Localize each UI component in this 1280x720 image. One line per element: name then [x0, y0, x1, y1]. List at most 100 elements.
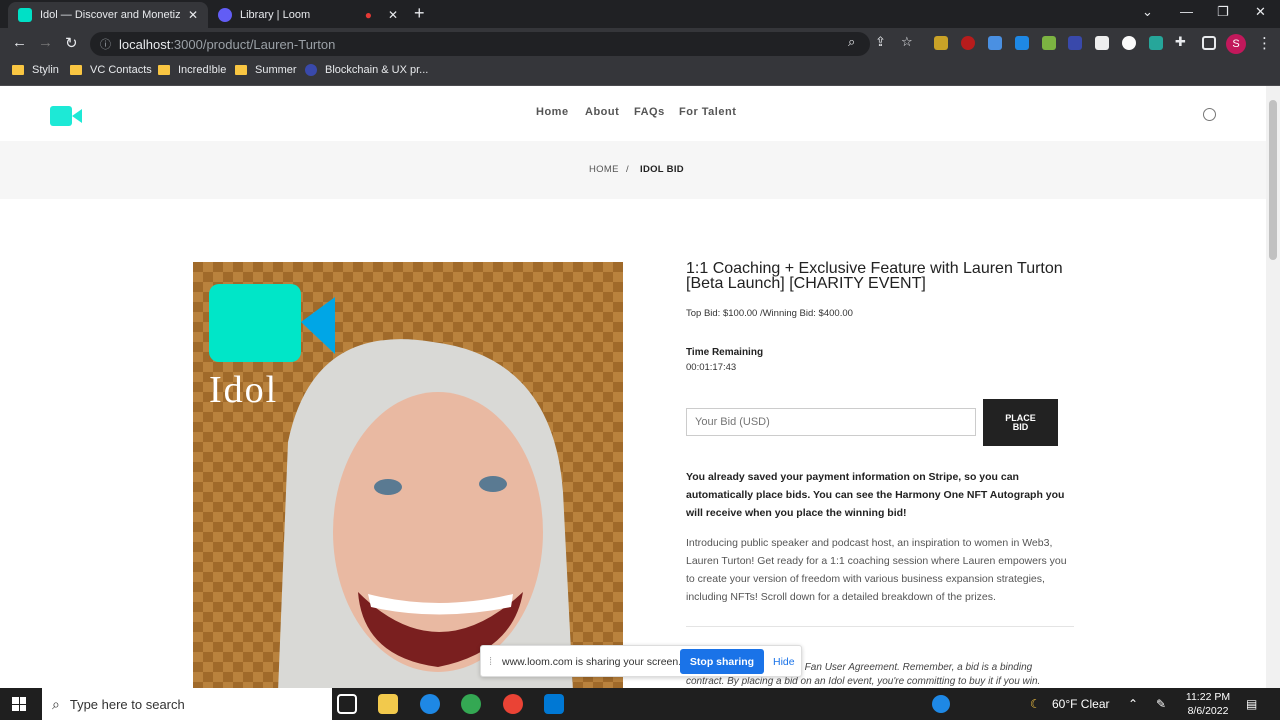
- window-close-button[interactable]: ✕: [1255, 4, 1266, 20]
- payment-notice: You already saved your payment informati…: [686, 471, 1065, 519]
- product-title: 1:1 Coaching + Exclusive Feature with La…: [686, 260, 1063, 292]
- extension-icon[interactable]: [961, 36, 975, 50]
- vscode-icon[interactable]: [544, 694, 564, 714]
- share-icon[interactable]: ⇪: [875, 34, 886, 50]
- maximize-button[interactable]: ❐: [1217, 4, 1229, 20]
- extension-icon[interactable]: [1068, 36, 1082, 50]
- reload-icon[interactable]: ↻: [65, 34, 78, 52]
- hero-logo-text: Idol: [209, 369, 278, 411]
- stop-sharing-button[interactable]: Stop sharing: [680, 649, 764, 674]
- extension-icon[interactable]: [1149, 36, 1163, 50]
- bookmark-label: VC Contacts: [90, 64, 152, 76]
- bookmark-stylin[interactable]: Stylin: [12, 64, 59, 76]
- clock-date: 8/6/2022: [1187, 705, 1229, 717]
- browser-toolbar: ← → ↻ ⓘ localhost:3000/product/Lauren-Tu…: [0, 28, 1280, 60]
- search-icon: ⌕: [52, 695, 60, 712]
- weather-text[interactable]: 60°F Clear: [1052, 697, 1110, 711]
- idol-favicon-icon: [18, 8, 32, 22]
- system-clock[interactable]: 11:22 PM 8/6/2022: [1178, 690, 1238, 718]
- screen-share-bar: ⁞ www.loom.com is sharing your screen. S…: [480, 645, 802, 677]
- zoom-icon[interactable]: ⌕: [848, 34, 855, 50]
- site-info-icon[interactable]: ⓘ: [100, 36, 111, 52]
- place-bid-button[interactable]: PLACE BID: [983, 399, 1058, 446]
- edge-icon[interactable]: [420, 694, 440, 714]
- hide-button[interactable]: Hide: [773, 656, 795, 668]
- windows-taskbar: ⌕ Type here to search ☾ 60°F Clear ⌃ ✎ 1…: [0, 688, 1280, 720]
- nav-faqs[interactable]: FAQs: [634, 106, 665, 118]
- bookmark-blockchain[interactable]: Blockchain & UX pr...: [305, 64, 428, 76]
- divider: [686, 626, 1074, 627]
- notification-icon[interactable]: ▤: [1246, 697, 1257, 711]
- web-page: Home About FAQs For Talent HOME / IDOL B…: [0, 86, 1266, 688]
- breadcrumb-home[interactable]: HOME: [589, 164, 619, 175]
- back-icon[interactable]: ←: [12, 34, 27, 51]
- breadcrumb: HOME / IDOL BID: [0, 141, 1266, 199]
- url-host: localhost: [119, 36, 171, 52]
- nav-home[interactable]: Home: [536, 106, 569, 118]
- nav-about[interactable]: About: [585, 106, 619, 118]
- extension-icon[interactable]: [1015, 36, 1029, 50]
- time-remaining-value: 00:01:17:43: [686, 362, 737, 373]
- breadcrumb-current: IDOL BID: [640, 164, 684, 175]
- tab-title: Idol — Discover and Monetize Fa: [40, 9, 180, 21]
- loom-favicon-icon: [218, 8, 232, 22]
- extension-icon[interactable]: [934, 36, 948, 50]
- bookmarks-bar: Stylin VC Contacts Incred!ble Summer Blo…: [0, 60, 1280, 86]
- place-bid-label: PLACE BID: [1005, 412, 1036, 432]
- taskbar-search[interactable]: ⌕ Type here to search: [42, 688, 332, 720]
- drag-handle-icon[interactable]: ⁞: [489, 656, 492, 668]
- talent-photo: Idol: [193, 262, 623, 688]
- tray-expand-icon[interactable]: ⌃: [1128, 697, 1138, 711]
- extension-icon[interactable]: [1122, 36, 1136, 50]
- help-icon[interactable]: [932, 695, 950, 713]
- bookmark-label: Stylin: [32, 64, 59, 76]
- close-icon[interactable]: ✕: [188, 8, 198, 22]
- close-icon[interactable]: ✕: [388, 8, 398, 22]
- page-scrollbar[interactable]: [1266, 86, 1280, 688]
- bid-info: Top Bid: $100.00 /Winning Bid: $400.00: [686, 308, 853, 319]
- extension-icon[interactable]: [988, 36, 1002, 50]
- file-explorer-icon[interactable]: [378, 694, 398, 714]
- pen-icon[interactable]: ✎: [1156, 697, 1166, 711]
- talent-video-image[interactable]: Idol: [193, 262, 623, 688]
- extension-icon[interactable]: [1042, 36, 1056, 50]
- chrome-icon[interactable]: [461, 694, 481, 714]
- menu-kebab-icon[interactable]: ⋮: [1257, 34, 1272, 52]
- folder-icon: [158, 65, 170, 75]
- folder-icon: [12, 65, 24, 75]
- address-bar[interactable]: ⓘ localhost:3000/product/Lauren-Turton: [90, 32, 870, 56]
- weather-icon: ☾: [1030, 697, 1041, 711]
- breadcrumb-separator: /: [626, 164, 629, 175]
- bookmark-incredible[interactable]: Incred!ble: [158, 64, 226, 76]
- side-panel-icon[interactable]: [1202, 36, 1216, 50]
- folder-icon: [235, 65, 247, 75]
- tab-idol[interactable]: Idol — Discover and Monetize Fa ✕: [8, 2, 208, 28]
- clock-time: 11:22 PM: [1185, 691, 1231, 703]
- minimize-button[interactable]: —: [1180, 4, 1193, 19]
- bookmark-label: Summer: [255, 64, 297, 76]
- chrome-profile-icon[interactable]: [503, 694, 523, 714]
- forward-icon[interactable]: →: [38, 34, 53, 51]
- mail-icon[interactable]: [1095, 36, 1109, 50]
- product-description: Introducing public speaker and podcast h…: [686, 537, 1067, 603]
- time-remaining-label: Time Remaining: [686, 347, 764, 358]
- scroll-thumb[interactable]: [1269, 100, 1277, 260]
- tab-search-icon[interactable]: ⌄: [1142, 4, 1153, 20]
- user-account-icon[interactable]: [1203, 108, 1216, 121]
- nav-for-talent[interactable]: For Talent: [679, 106, 736, 118]
- task-view-icon[interactable]: [337, 694, 357, 714]
- profile-avatar[interactable]: S: [1226, 34, 1246, 54]
- bookmark-vc-contacts[interactable]: VC Contacts: [70, 64, 152, 76]
- bid-amount-input[interactable]: [686, 408, 976, 436]
- new-tab-button[interactable]: +: [414, 3, 425, 24]
- puzzle-icon[interactable]: ✚: [1175, 34, 1186, 50]
- windows-start-icon[interactable]: [12, 697, 26, 711]
- bookmark-star-icon[interactable]: ☆: [901, 34, 913, 50]
- tab-loom[interactable]: Library | Loom ● ✕: [208, 2, 408, 28]
- search-placeholder: Type here to search: [69, 696, 185, 712]
- url-path: :3000/product/Lauren-Turton: [170, 36, 336, 52]
- bookmark-label: Blockchain & UX pr...: [325, 64, 429, 76]
- idol-logo[interactable]: [50, 106, 82, 131]
- site-icon: [305, 64, 317, 76]
- bookmark-summer[interactable]: Summer: [235, 64, 297, 76]
